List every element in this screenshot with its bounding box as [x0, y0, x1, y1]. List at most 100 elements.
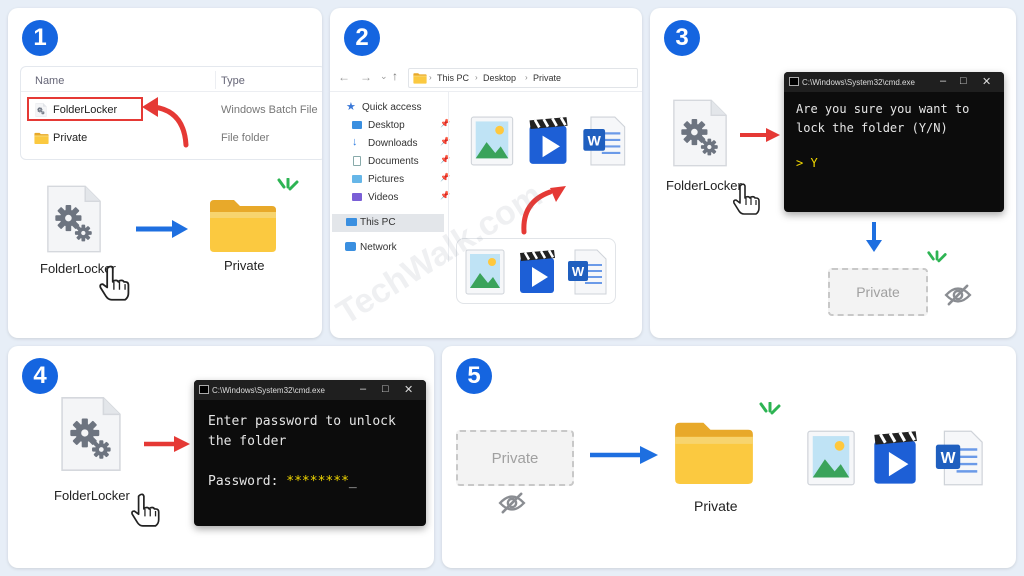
videos-icon: [352, 193, 362, 201]
arrow-right-icon: [144, 436, 190, 452]
title-bar[interactable]: C:\Windows\System32\cmd.exe – □ ✕: [194, 380, 426, 400]
step-badge-3: 3: [664, 20, 700, 56]
breadcrumb-item[interactable]: Desktop: [483, 73, 516, 83]
eye-off-icon: [498, 492, 526, 514]
panel-step-3: 3 FolderLocker C:\Windows\System32\cmd.e…: [650, 8, 1016, 338]
sparkle-icon: [758, 402, 782, 422]
password-line[interactable]: Password: ********_: [208, 472, 357, 492]
panel-step-1: 1 Name Type FolderLocker Windows Batch F…: [8, 8, 322, 338]
minimize-button[interactable]: –: [360, 383, 366, 395]
step-badge-5: 5: [456, 358, 492, 394]
arrow-right-icon: [590, 446, 658, 464]
nav-item-quick-access[interactable]: ★ Quick access: [342, 100, 448, 116]
panel-step-5: 5 Private Private: [442, 346, 1016, 568]
batch-file-icon[interactable]: [46, 184, 102, 254]
batch-file-icon[interactable]: [60, 394, 122, 474]
word-file-icon[interactable]: [582, 116, 626, 166]
document-icon: [353, 156, 361, 166]
curved-arrow-icon: [142, 97, 189, 148]
command-prompt-window[interactable]: C:\Windows\System32\cmd.exe – □ ✕ Enter …: [194, 380, 426, 526]
maximize-button[interactable]: □: [960, 75, 967, 87]
address-bar-row: ← → ⌄ ↑ › This PC › Desktop › Private: [330, 64, 642, 92]
column-header-name[interactable]: Name: [35, 75, 64, 87]
maximize-button[interactable]: □: [382, 383, 389, 395]
nav-label: Documents: [368, 156, 419, 167]
hand-cursor-icon: [130, 492, 162, 528]
prompt-line: Are you sure you want to: [796, 102, 970, 116]
image-file-icon[interactable]: [470, 116, 514, 166]
column-header-type[interactable]: Type: [221, 75, 245, 87]
video-file-icon[interactable]: [526, 116, 570, 166]
arrow-right-icon: [136, 220, 188, 238]
file-type: File folder: [221, 132, 270, 144]
nav-label: This PC: [360, 217, 396, 228]
bat-file-label: FolderLocker: [666, 178, 742, 193]
sparkle-icon: [926, 250, 948, 270]
back-icon[interactable]: ←: [338, 70, 350, 84]
step-badge-4: 4: [22, 358, 58, 394]
breadcrumb-item[interactable]: This PC: [437, 73, 469, 83]
password-label: Password:: [208, 474, 287, 489]
nav-label: Desktop: [368, 120, 405, 131]
folder-icon[interactable]: [208, 196, 278, 252]
minimize-button[interactable]: –: [940, 75, 946, 87]
prompt-line: the folder: [208, 434, 287, 449]
address-field[interactable]: › This PC › Desktop › Private: [408, 68, 638, 88]
step-badge-2: 2: [344, 20, 380, 56]
computer-icon: [346, 218, 357, 226]
arrow-right-icon: [740, 128, 780, 142]
hidden-folder-placeholder: Private: [828, 268, 928, 316]
hidden-folder-placeholder: Private: [456, 430, 574, 486]
word-file-icon[interactable]: [567, 249, 607, 295]
highlight-box: [27, 97, 143, 121]
cmd-icon: [199, 385, 209, 394]
folder-label: Private: [224, 258, 265, 273]
up-icon[interactable]: ↑: [392, 69, 398, 83]
title-bar[interactable]: C:\Windows\System32\cmd.exe – □ ✕: [784, 72, 1004, 92]
close-button[interactable]: ✕: [404, 383, 413, 396]
cmd-icon: [789, 77, 799, 86]
hand-cursor-icon: [732, 182, 762, 216]
window-title: C:\Windows\System32\cmd.exe: [212, 386, 325, 395]
tutorial-canvas: { "steps": ["1","2","3","4","5"], "water…: [0, 0, 1024, 576]
chevron-down-icon[interactable]: ⌄: [380, 71, 388, 82]
word-file-icon[interactable]: [934, 430, 984, 486]
breadcrumb-item[interactable]: Private: [533, 73, 561, 83]
sparkle-icon: [276, 178, 300, 198]
folder-label: Private: [694, 498, 738, 514]
command-prompt-window[interactable]: C:\Windows\System32\cmd.exe – □ ✕ Are yo…: [784, 72, 1004, 212]
window-title: C:\Windows\System32\cmd.exe: [802, 78, 915, 87]
nav-item-downloads[interactable]: ↓ Downloads 📌: [342, 136, 450, 152]
nav-item-pictures[interactable]: Pictures 📌: [342, 172, 450, 188]
star-icon: ★: [346, 101, 356, 113]
folder-icon: [413, 72, 427, 84]
batch-file-icon[interactable]: [672, 98, 728, 168]
hand-cursor-icon: [98, 264, 132, 302]
video-file-icon[interactable]: [517, 249, 557, 295]
password-mask: ********: [286, 474, 349, 489]
file-type: Windows Batch File: [221, 104, 318, 116]
image-file-icon[interactable]: [806, 430, 856, 486]
nav-label: Network: [360, 242, 397, 253]
folder-icon: [34, 132, 49, 144]
nav-item-videos[interactable]: Videos 📌: [342, 190, 450, 206]
arrow-down-icon: [866, 222, 882, 252]
nav-item-this-pc[interactable]: This PC: [332, 214, 444, 232]
nav-item-documents[interactable]: Documents 📌: [342, 154, 450, 170]
forward-icon[interactable]: →: [360, 70, 372, 84]
close-button[interactable]: ✕: [982, 75, 991, 88]
nav-item-desktop[interactable]: Desktop 📌: [342, 118, 450, 134]
nav-label: Downloads: [368, 138, 418, 149]
nav-label: Pictures: [368, 174, 405, 185]
prompt-line: lock the folder (Y/N): [796, 121, 948, 135]
video-file-icon[interactable]: [870, 430, 920, 486]
pictures-icon: [352, 175, 362, 183]
panel-step-4: 4 FolderLocker C:\Windows\System32\cmd.e…: [8, 346, 434, 568]
file-name: Private: [53, 132, 88, 144]
nav-label: Quick access: [362, 102, 422, 113]
eye-off-icon: [944, 284, 972, 306]
nav-label: Videos: [368, 192, 399, 203]
step-badge-1: 1: [22, 20, 58, 56]
folder-icon[interactable]: [672, 418, 756, 484]
desktop-icon: [352, 121, 362, 129]
